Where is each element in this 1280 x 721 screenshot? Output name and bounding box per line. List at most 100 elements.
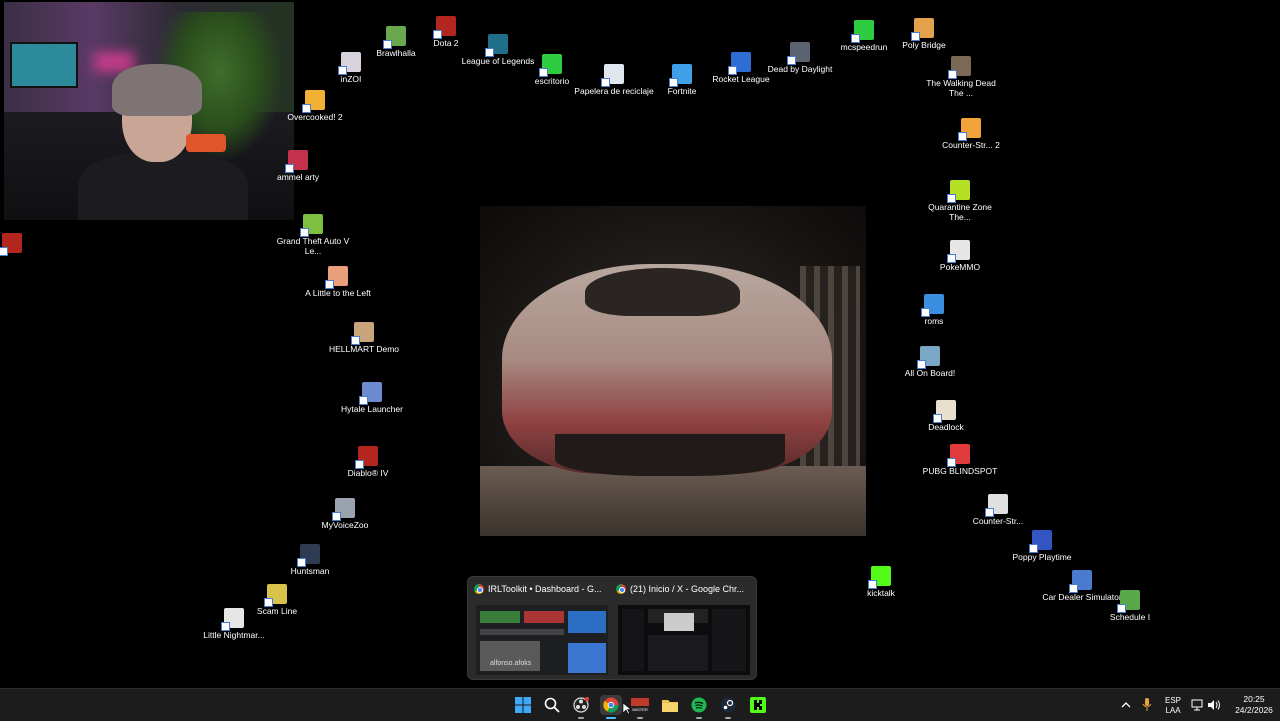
desktop-icon-huntsman[interactable]: Huntsman: [270, 544, 350, 576]
desktop-icon-label: inZOI: [340, 74, 362, 84]
input-language-indicator[interactable]: ESP LAA: [1160, 696, 1186, 716]
desktop-icon-label: Deadlock: [928, 422, 964, 432]
taskbar-chrome-button[interactable]: [600, 695, 622, 719]
desktop-icon-label: mcspeedrun: [840, 42, 888, 52]
desktop-icon-a-little-to-the-left[interactable]: A Little to the Left: [298, 266, 378, 298]
desktop-icon-inzoi[interactable]: inZOI: [311, 52, 391, 84]
windows-start-button[interactable]: [512, 695, 534, 715]
desktop-icon-label: A Little to the Left: [305, 288, 371, 298]
desktop-icon-myvoicezoo[interactable]: MyVoiceZoo: [305, 498, 385, 530]
desktop-icon-label: Huntsman: [290, 566, 330, 576]
car-photo[interactable]: [480, 206, 866, 536]
thumbnail-twitter[interactable]: (21) Inicio / X - Google Chr...: [614, 583, 752, 675]
desktop-icon-counter-str[interactable]: Counter-Str...: [958, 494, 1038, 526]
running-indicator: [606, 717, 616, 719]
shortcut-arrow-icon: [985, 508, 994, 517]
desktop-icon-schedule-i[interactable]: Schedule I: [1090, 590, 1170, 622]
language-code: ESP: [1164, 696, 1181, 705]
taskbar-obs-button[interactable]: [570, 695, 592, 719]
desktop-icon-counter-str-2[interactable]: Counter-Str... 2: [931, 118, 1011, 150]
microphone-icon: [1142, 698, 1152, 711]
tray-microphone-button[interactable]: [1136, 695, 1158, 715]
desktop-icon-label: Dota 2: [433, 38, 459, 48]
desktop-icon-label: PUBG BLINDSPOT: [922, 466, 998, 476]
desktop-icon-overcooked-2[interactable]: Overcooked! 2: [275, 90, 355, 122]
car-photo-floor: [480, 466, 866, 536]
shortcut-arrow-icon: [539, 68, 548, 77]
taskbar-store-button[interactable]: WISTER: [629, 695, 651, 719]
chrome-icon: [474, 584, 484, 594]
desktop-icon-poly-bridge[interactable]: Poly Bridge: [884, 18, 964, 50]
desktop-icon-label: Poppy Playtime: [1012, 552, 1072, 562]
thumbnail-preview: [618, 605, 750, 675]
shortcut-arrow-icon: [338, 66, 347, 75]
poppy-playtime-icon: [1029, 530, 1052, 553]
desktop-icon-label: MyVoiceZoo: [321, 520, 369, 530]
desktop-icon-label: Rocket League: [712, 74, 770, 84]
desktop-icon-diablo-iv[interactable]: Diablo® IV: [328, 446, 408, 478]
desktop-icon-label: The Walking Dead The ...: [926, 78, 996, 98]
webcam-tv-screen: [10, 42, 78, 88]
desktop-icon-label: Dead by Daylight: [767, 64, 833, 74]
shortcut-arrow-icon: [947, 458, 956, 467]
thumbnail-preview: alfonso.afoks: [476, 605, 608, 675]
tray-overflow-button[interactable]: [1115, 695, 1137, 715]
shortcut-arrow-icon: [0, 247, 8, 256]
chrome-icon: [616, 584, 626, 594]
shortcut-arrow-icon: [300, 228, 309, 237]
desktop-icon-unnamed[interactable]: [0, 233, 24, 256]
thumbnail-title: IRLToolkit • Dashboard - G...: [472, 583, 610, 595]
desktop-icon-label: Counter-Str... 2: [942, 140, 1000, 150]
shortcut-arrow-icon: [383, 40, 392, 49]
clock[interactable]: 20:25 24/2/2026: [1226, 694, 1280, 716]
desktop-icon-kicktalk[interactable]: kicktalk: [841, 566, 921, 598]
windows-start-icon: [515, 697, 531, 713]
desktop-icon-roms[interactable]: roms: [894, 294, 974, 326]
car-photo-grille: [555, 434, 785, 476]
shortcut-arrow-icon: [297, 558, 306, 567]
thumbnail-overlay-text: alfonso.afoks: [490, 660, 532, 667]
desktop-icon-the-walking-dead-the[interactable]: The Walking Dead The ...: [921, 56, 1001, 98]
desktop-icon-label: Counter-Str...: [972, 516, 1024, 526]
desktop-icon-label: Poly Bridge: [902, 40, 946, 50]
taskbar-steam-button[interactable]: [717, 695, 739, 719]
desktop-icon-deadlock[interactable]: Deadlock: [906, 400, 986, 432]
desktop-icon-label: Quarantine Zone The...: [928, 202, 992, 222]
desktop-icon-little-nightmar[interactable]: Little Nightmar...: [194, 608, 274, 640]
huntsman-icon: [297, 544, 320, 567]
tree-icon: [539, 54, 562, 77]
game-icon: [285, 150, 308, 173]
scam-line-icon: [264, 584, 287, 607]
gta-v-icon: [300, 214, 323, 237]
desktop-icon-label: kicktalk: [867, 588, 895, 598]
rocket-league-icon: [728, 52, 751, 75]
desktop-icon-label: Grand Theft Auto V Le...: [276, 236, 350, 256]
desktop-icon-grand-theft-auto-v-le[interactable]: Grand Theft Auto V Le...: [273, 214, 353, 256]
desktop-icon-quarantine-zone-the[interactable]: Quarantine Zone The...: [920, 180, 1000, 222]
shortcut-arrow-icon: [947, 194, 956, 203]
taskbar-file-explorer-button[interactable]: [659, 695, 681, 715]
desktop-icon-poppy-playtime[interactable]: Poppy Playtime: [1002, 530, 1082, 562]
taskbar-search-button[interactable]: [541, 695, 563, 715]
taskbar: WISTER ESP LAA 20:25 24/2/2026: [0, 688, 1280, 721]
thumbnail-irltoolkit[interactable]: IRLToolkit • Dashboard - G... alfonso.af…: [472, 583, 610, 675]
thumbnail-title-text: (21) Inicio / X - Google Chr...: [630, 584, 745, 594]
counter-strike-icon: [958, 118, 981, 141]
shortcut-arrow-icon: [948, 70, 957, 79]
desktop-icon-hellmart-demo[interactable]: HELLMART Demo: [324, 322, 404, 354]
thumbnail-title-text: IRLToolkit • Dashboard - G...: [488, 584, 602, 594]
tray-volume-button[interactable]: [1203, 695, 1225, 715]
taskbar-kick-button[interactable]: [747, 695, 769, 715]
desktop-icon-label: PokeMMO: [939, 262, 981, 272]
desktop-icon-hytale-launcher[interactable]: Hytale Launcher: [332, 382, 412, 414]
taskbar-spotify-button[interactable]: [688, 695, 710, 719]
desktop-icon-ammel-arty[interactable]: ammel arty: [258, 150, 338, 182]
desktop-icon-all-on-board[interactable]: All On Board!: [890, 346, 970, 378]
small-app-icon: [0, 233, 22, 256]
shortcut-arrow-icon: [917, 360, 926, 369]
desktop-icon-pokemmo[interactable]: PokeMMO: [920, 240, 1000, 272]
schedule-i-icon: [1117, 590, 1140, 613]
desktop-icon-pubg-blindspot[interactable]: PUBG BLINDSPOT: [920, 444, 1000, 476]
spotify-icon: [691, 697, 707, 713]
poly-bridge-icon: [911, 18, 934, 41]
